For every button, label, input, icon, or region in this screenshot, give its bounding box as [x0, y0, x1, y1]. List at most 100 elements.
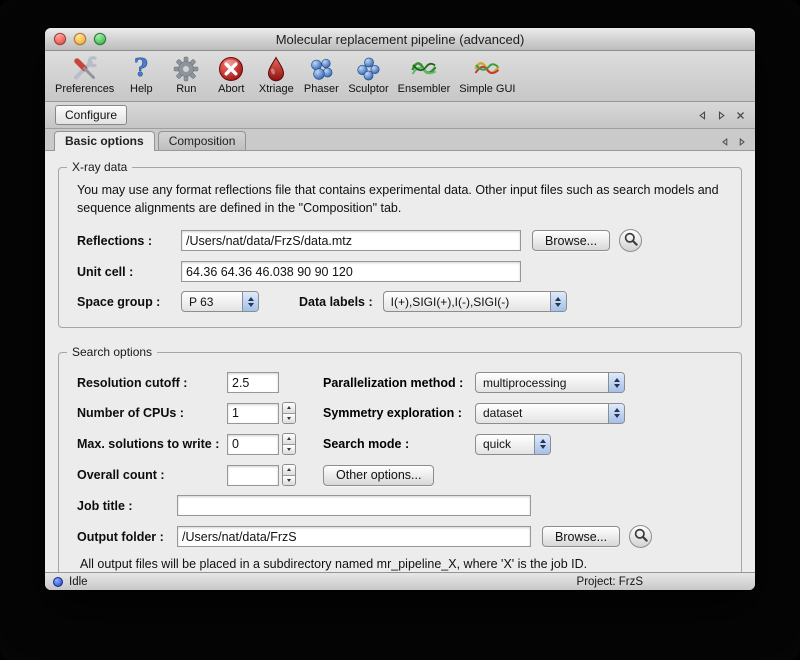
- symmetry-exploration-label: Symmetry exploration :: [323, 406, 475, 420]
- svg-text:?: ?: [134, 55, 148, 82]
- job-title-row: Job title :: [77, 495, 723, 516]
- toolbar-label: Phaser: [304, 83, 339, 95]
- data-labels-select[interactable]: I(+),SIGI(+),I(-),SIGI(-): [383, 291, 567, 312]
- toolbar-button-simple-gui[interactable]: Simple GUI: [459, 54, 515, 95]
- reflections-view-button[interactable]: [619, 229, 642, 252]
- toolbar-label: Help: [130, 83, 153, 95]
- xray-data-group-title: X-ray data: [67, 160, 132, 174]
- sculptor-icon: [354, 54, 382, 83]
- max-solutions-stepper[interactable]: [282, 433, 296, 455]
- output-folder-input[interactable]: [177, 526, 531, 547]
- popup-arrows-icon: [242, 292, 258, 311]
- stepper-down-icon[interactable]: [283, 414, 295, 424]
- xray-data-group: X-ray data You may use any format reflec…: [58, 167, 742, 328]
- phaser-icon: [307, 54, 335, 83]
- stepper-up-icon[interactable]: [283, 403, 295, 414]
- close-window-button[interactable]: [54, 33, 66, 45]
- output-folder-browse-button[interactable]: Browse...: [542, 526, 620, 547]
- cpus-row: Number of CPUs : Symmetry exploration : …: [77, 402, 723, 424]
- run-icon: [172, 54, 200, 83]
- stepper-down-icon[interactable]: [283, 445, 295, 455]
- output-folder-label: Output folder :: [77, 530, 177, 544]
- popup-arrows-icon: [608, 404, 624, 423]
- toolbar-button-xtriage[interactable]: Xtriage: [258, 54, 294, 95]
- symmetry-exploration-value: dataset: [476, 406, 608, 420]
- page-back-icon[interactable]: [721, 138, 729, 146]
- parallelization-method-label: Parallelization method :: [323, 376, 475, 390]
- tab-configure[interactable]: Configure: [55, 105, 127, 125]
- project-label: Project: FrzS: [577, 576, 643, 588]
- zoom-window-button[interactable]: [94, 33, 106, 45]
- overall-count-input[interactable]: [227, 465, 279, 486]
- help-icon: ?: [127, 54, 155, 83]
- resolution-cutoff-label: Resolution cutoff :: [77, 376, 227, 390]
- toolbar-button-phaser[interactable]: Phaser: [303, 54, 339, 95]
- ensembler-icon: [410, 54, 438, 83]
- search-options-group-title: Search options: [67, 345, 157, 359]
- output-folder-row: Output folder : Browse...: [77, 525, 723, 548]
- stepper-up-icon[interactable]: [283, 465, 295, 476]
- toolbar-label: Ensembler: [398, 83, 451, 95]
- toolbar-label: Preferences: [55, 83, 114, 95]
- space-group-select[interactable]: P 63: [181, 291, 259, 312]
- job-title-label: Job title :: [77, 499, 177, 513]
- job-title-input[interactable]: [177, 495, 531, 516]
- toolbar-label: Xtriage: [259, 83, 294, 95]
- symmetry-exploration-select[interactable]: dataset: [475, 403, 625, 424]
- overall-count-stepper[interactable]: [282, 464, 296, 486]
- window-title: Molecular replacement pipeline (advanced…: [276, 32, 525, 47]
- scroll-tabs-left-icon[interactable]: [698, 111, 707, 120]
- magnifier-icon: [634, 528, 648, 545]
- titlebar[interactable]: Molecular replacement pipeline (advanced…: [45, 28, 755, 51]
- data-labels-value: I(+),SIGI(+),I(-),SIGI(-): [384, 295, 550, 309]
- tab-composition[interactable]: Composition: [158, 131, 247, 150]
- status-text: Idle: [69, 576, 88, 588]
- parallelization-method-select[interactable]: multiprocessing: [475, 372, 625, 393]
- unit-cell-label: Unit cell :: [77, 265, 181, 279]
- toolbar-label: Run: [176, 83, 196, 95]
- other-options-button[interactable]: Other options...: [323, 465, 434, 486]
- reflections-label: Reflections :: [77, 234, 181, 248]
- reflections-row: Reflections : Browse...: [77, 229, 723, 252]
- search-mode-label: Search mode :: [323, 437, 475, 451]
- unit-cell-input[interactable]: [181, 261, 521, 282]
- close-tab-icon[interactable]: [736, 111, 745, 120]
- stepper-up-icon[interactable]: [283, 434, 295, 445]
- tab-configure-label: Configure: [65, 108, 117, 122]
- search-mode-select[interactable]: quick: [475, 434, 551, 455]
- stepper-down-icon[interactable]: [283, 476, 295, 486]
- toolbar: Preferences ? Help: [45, 51, 755, 102]
- resolution-row: Resolution cutoff : Parallelization meth…: [77, 372, 723, 393]
- tab-bar: Basic options Composition: [45, 129, 755, 151]
- reflections-input[interactable]: [181, 230, 521, 251]
- number-of-cpus-stepper[interactable]: [282, 402, 296, 424]
- space-group-row: Space group : P 63 Data labels : I(+),SI…: [77, 291, 723, 312]
- tab-basic-options[interactable]: Basic options: [54, 131, 155, 151]
- scroll-tabs-right-icon[interactable]: [717, 111, 726, 120]
- max-solutions-input[interactable]: [227, 434, 279, 455]
- reflections-browse-button[interactable]: Browse...: [532, 230, 610, 251]
- xray-data-description: You may use any format reflections file …: [77, 182, 723, 217]
- toolbar-button-ensembler[interactable]: Ensembler: [398, 54, 451, 95]
- screen: Molecular replacement pipeline (advanced…: [0, 0, 800, 660]
- search-mode-value: quick: [476, 437, 534, 451]
- resolution-cutoff-input[interactable]: [227, 372, 279, 393]
- number-of-cpus-input[interactable]: [227, 403, 279, 424]
- max-solutions-label: Max. solutions to write :: [77, 437, 227, 451]
- toolbar-button-abort[interactable]: Abort: [213, 54, 249, 95]
- toolbar-button-sculptor[interactable]: Sculptor: [348, 54, 388, 95]
- overall-count-row: Overall count : Other options...: [77, 464, 723, 486]
- space-group-label: Space group :: [77, 295, 181, 309]
- overall-count-label: Overall count :: [77, 468, 227, 482]
- status-bar: Idle Project: FrzS: [45, 572, 755, 590]
- output-folder-view-button[interactable]: [629, 525, 652, 548]
- xtriage-icon: [262, 54, 290, 83]
- max-solutions-row: Max. solutions to write : Search mode : …: [77, 433, 723, 455]
- parallelization-method-value: multiprocessing: [476, 376, 608, 390]
- toolbar-button-preferences[interactable]: Preferences: [55, 54, 114, 95]
- minimize-window-button[interactable]: [74, 33, 86, 45]
- page-forward-icon[interactable]: [738, 138, 746, 146]
- toolbar-button-run[interactable]: Run: [168, 54, 204, 95]
- document-tab-bar: Configure: [45, 102, 755, 129]
- toolbar-button-help[interactable]: ? Help: [123, 54, 159, 95]
